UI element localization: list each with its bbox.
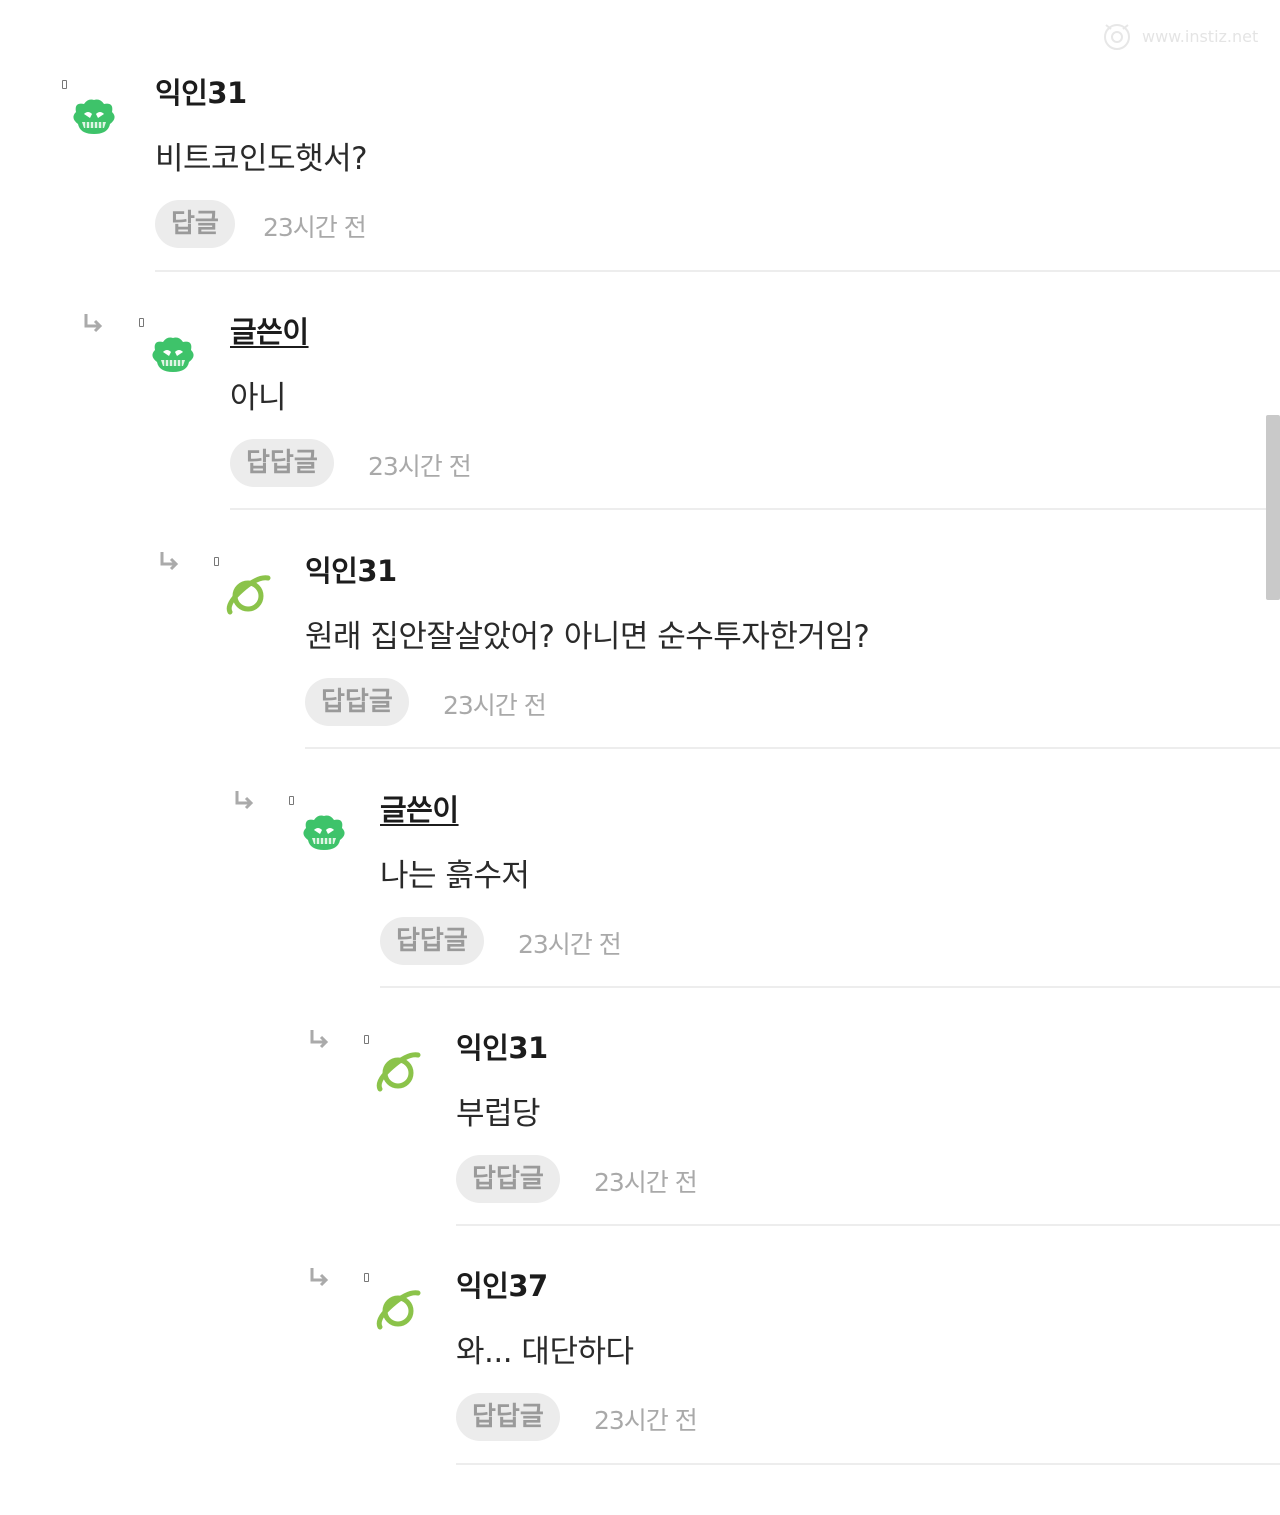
reply-arrow-icon <box>235 791 254 810</box>
reply-button[interactable]: 답답글 <box>230 439 334 487</box>
comment-time: 23시간 전 <box>594 1406 698 1435</box>
comment-divider <box>380 986 1280 988</box>
planet-icon <box>376 1052 421 1092</box>
watermark: www.instiz.net <box>1098 16 1270 56</box>
comment-divider <box>456 1224 1280 1226</box>
more-options-icon[interactable] <box>62 80 67 89</box>
comment-divider <box>155 270 1280 272</box>
watermark-logo-icon <box>1104 24 1130 50</box>
comment-text: 와... 대단하다 <box>456 1334 634 1370</box>
scrollbar-thumb[interactable] <box>1266 415 1280 600</box>
comment-text: 비트코인도햇서? <box>155 141 368 177</box>
comment-time: 23시간 전 <box>594 1168 698 1197</box>
comment-time: 23시간 전 <box>368 452 472 481</box>
more-options-icon[interactable] <box>364 1273 369 1282</box>
alien-icon <box>152 337 194 372</box>
comment-time: 23시간 전 <box>443 691 547 720</box>
comment-time: 23시간 전 <box>518 930 622 959</box>
planet-icon <box>226 575 271 615</box>
more-options-icon[interactable] <box>289 796 294 805</box>
reply-arrow-icon <box>84 314 103 333</box>
reply-button[interactable]: 답답글 <box>456 1155 560 1203</box>
comment-text: 원래 집안잘살았어? 아니면 순수투자한거임? <box>305 619 870 655</box>
reply-arrow-icon <box>160 552 179 571</box>
comment-text: 나는 흙수저 <box>380 858 530 894</box>
comment-divider <box>305 747 1280 749</box>
comment-time: 23시간 전 <box>263 213 367 242</box>
reply-arrow-icon <box>310 1030 329 1049</box>
comment-divider <box>456 1463 1280 1465</box>
watermark-text: www.instiz.net <box>1142 26 1259 46</box>
comment-author[interactable]: 익인37 <box>456 1263 548 1305</box>
comment-author[interactable]: 글쓴이 <box>230 309 309 351</box>
more-options-icon[interactable] <box>364 1035 369 1044</box>
reply-button[interactable]: 답답글 <box>456 1393 560 1441</box>
reply-button[interactable]: 답답글 <box>305 678 409 726</box>
comment-text: 아니 <box>230 380 287 416</box>
alien-icon <box>73 99 115 134</box>
comment-divider <box>230 508 1280 510</box>
more-options-icon[interactable] <box>214 557 219 566</box>
reply-button[interactable]: 답글 <box>155 200 235 248</box>
comment-text: 부럽당 <box>456 1096 541 1132</box>
comment-author[interactable]: 글쓴이 <box>380 787 459 829</box>
comment-author[interactable]: 익인31 <box>155 70 247 112</box>
comment-author[interactable]: 익인31 <box>456 1025 548 1067</box>
planet-icon <box>376 1290 421 1330</box>
more-options-icon[interactable] <box>139 318 144 327</box>
alien-icon <box>303 815 345 850</box>
comment-author[interactable]: 익인31 <box>305 548 397 590</box>
reply-button[interactable]: 답답글 <box>380 917 484 965</box>
reply-arrow-icon <box>310 1268 329 1287</box>
